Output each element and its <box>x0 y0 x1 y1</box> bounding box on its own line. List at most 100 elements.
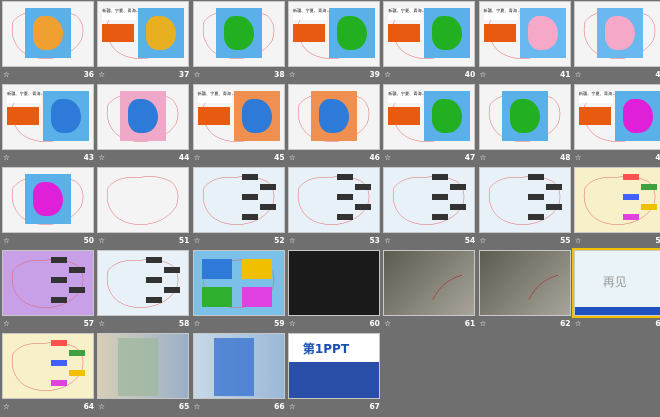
slide-transition-icon[interactable]: ☆ <box>289 153 296 162</box>
slide-transition-icon[interactable]: ☆ <box>384 319 391 328</box>
slide-thumbnail-59[interactable]: ☆ 59 <box>192 250 287 334</box>
slide-transition-icon[interactable]: ☆ <box>3 319 10 328</box>
slide-thumbnail-62[interactable]: ☆ 62 <box>478 250 573 334</box>
slide-preview[interactable] <box>478 167 571 233</box>
slide-preview[interactable] <box>192 167 285 233</box>
slide-transition-icon[interactable]: ☆ <box>98 236 105 245</box>
slide-preview[interactable] <box>383 167 476 233</box>
slide-thumbnail-65[interactable]: ☆ 65 <box>96 333 191 417</box>
slide-thumbnail-48[interactable]: ☆ 48 <box>478 84 573 168</box>
slide-thumbnail-45[interactable]: 新疆、宁夏、青海 ☆ 45 <box>192 84 287 168</box>
slide-thumbnail-39[interactable]: 新疆、宁夏、青海 ☆ 39 <box>287 1 382 85</box>
slide-preview[interactable] <box>97 167 190 233</box>
slide-preview[interactable] <box>97 84 190 150</box>
slide-transition-icon[interactable]: ☆ <box>3 236 10 245</box>
slide-transition-icon[interactable]: ☆ <box>194 236 201 245</box>
slide-preview[interactable] <box>287 250 380 316</box>
slide-thumbnail-50[interactable]: ☆ 50 <box>1 167 96 251</box>
slide-number: 51 <box>178 236 190 245</box>
slide-preview[interactable] <box>2 1 94 67</box>
slide-transition-icon[interactable]: ☆ <box>98 70 105 79</box>
slide-transition-icon[interactable]: ☆ <box>194 70 201 79</box>
slide-transition-icon[interactable]: ☆ <box>194 153 201 162</box>
slide-thumbnail-43[interactable]: 新疆、宁夏、青海 ☆ 43 <box>1 84 96 168</box>
slide-transition-icon[interactable]: ☆ <box>289 402 296 411</box>
slide-thumbnail-36[interactable]: ☆ 36 <box>1 1 96 85</box>
slide-thumbnail-51[interactable]: ☆ 51 <box>96 167 191 251</box>
slide-transition-icon[interactable]: ☆ <box>3 70 10 79</box>
slide-preview[interactable]: 新疆、宁夏、青海 <box>383 1 476 67</box>
slide-thumbnail-54[interactable]: ☆ 54 <box>382 167 477 251</box>
slide-thumbnail-47[interactable]: 新疆、宁夏、青海 ☆ 47 <box>382 84 477 168</box>
slide-transition-icon[interactable]: ☆ <box>480 70 487 79</box>
slide-preview[interactable] <box>97 333 190 399</box>
slide-preview[interactable]: 第1PPT <box>287 333 380 399</box>
slide-preview[interactable] <box>573 1 660 67</box>
slide-thumbnail-46[interactable]: ☆ 46 <box>287 84 382 168</box>
slide-transition-icon[interactable]: ☆ <box>384 153 391 162</box>
slide-preview[interactable] <box>192 1 285 67</box>
slide-thumbnail-60[interactable]: ☆ 60 <box>287 250 382 334</box>
slide-transition-icon[interactable]: ☆ <box>480 319 487 328</box>
slide-transition-icon[interactable]: ☆ <box>575 153 582 162</box>
slide-preview[interactable] <box>192 250 285 316</box>
slide-preview[interactable] <box>97 250 190 316</box>
slide-preview[interactable] <box>287 84 380 150</box>
slide-number: 40 <box>464 70 476 79</box>
slide-thumbnail-40[interactable]: 新疆、宁夏、青海 ☆ 40 <box>382 1 477 85</box>
slide-preview[interactable] <box>287 167 380 233</box>
slide-transition-icon[interactable]: ☆ <box>194 402 201 411</box>
slide-transition-icon[interactable]: ☆ <box>480 236 487 245</box>
slide-thumbnail-42[interactable]: ☆ 42 <box>573 1 660 85</box>
slide-preview[interactable] <box>383 250 476 316</box>
slide-thumbnail-66[interactable]: ☆ 66 <box>192 333 287 417</box>
slide-preview[interactable] <box>2 250 94 316</box>
slide-thumbnail-61[interactable]: ☆ 61 <box>382 250 477 334</box>
caption-label: 新疆、宁夏、青海 <box>102 8 137 20</box>
slide-thumbnail-63[interactable]: 再见 ☆ 63 <box>571 248 660 334</box>
slide-preview[interactable]: 新疆、宁夏、青海 <box>287 1 380 67</box>
slide-thumbnail-49[interactable]: 新疆、宁夏、青海 ☆ 49 <box>573 84 660 168</box>
slide-transition-icon[interactable]: ☆ <box>289 70 296 79</box>
slide-thumbnail-53[interactable]: ☆ 53 <box>287 167 382 251</box>
slide-preview[interactable]: 新疆、宁夏、青海 <box>478 1 571 67</box>
slide-preview[interactable] <box>2 333 94 399</box>
slide-transition-icon[interactable]: ☆ <box>575 70 582 79</box>
slide-thumbnail-44[interactable]: ☆ 44 <box>96 84 191 168</box>
slide-transition-icon[interactable]: ☆ <box>3 153 10 162</box>
slide-transition-icon[interactable]: ☆ <box>480 153 487 162</box>
slide-transition-icon[interactable]: ☆ <box>3 402 10 411</box>
slide-transition-icon[interactable]: ☆ <box>98 319 105 328</box>
slide-transition-icon[interactable]: ☆ <box>289 319 296 328</box>
slide-thumbnail-64[interactable]: ☆ 64 <box>1 333 96 417</box>
slide-transition-icon[interactable]: ☆ <box>98 153 105 162</box>
slide-preview[interactable]: 再见 <box>571 248 660 318</box>
slide-thumbnail-57[interactable]: ☆ 57 <box>1 250 96 334</box>
slide-transition-icon[interactable]: ☆ <box>384 236 391 245</box>
slide-thumbnail-41[interactable]: 新疆、宁夏、青海 ☆ 41 <box>478 1 573 85</box>
province-shape <box>604 16 635 50</box>
slide-preview[interactable] <box>2 167 94 233</box>
slide-preview[interactable] <box>478 250 571 316</box>
slide-preview[interactable]: 新疆、宁夏、青海 <box>97 1 190 67</box>
slide-preview[interactable] <box>573 167 660 233</box>
slide-preview[interactable]: 新疆、宁夏、青海 <box>192 84 285 150</box>
slide-transition-icon[interactable]: ☆ <box>194 319 201 328</box>
slide-transition-icon[interactable]: ☆ <box>98 402 105 411</box>
slide-thumbnail-58[interactable]: ☆ 58 <box>96 250 191 334</box>
slide-preview[interactable] <box>478 84 571 150</box>
slide-thumbnail-67[interactable]: 第1PPT ☆ 67 <box>287 333 382 417</box>
slide-thumbnail-55[interactable]: ☆ 55 <box>478 167 573 251</box>
slide-thumbnail-56[interactable]: ☆ 56 <box>573 167 660 251</box>
slide-thumbnail-38[interactable]: ☆ 38 <box>192 1 287 85</box>
slide-transition-icon[interactable]: ☆ <box>575 319 582 328</box>
slide-transition-icon[interactable]: ☆ <box>384 70 391 79</box>
slide-preview[interactable]: 新疆、宁夏、青海 <box>573 84 660 150</box>
slide-thumbnail-37[interactable]: 新疆、宁夏、青海 ☆ 37 <box>96 1 191 85</box>
slide-preview[interactable]: 新疆、宁夏、青海 <box>383 84 476 150</box>
slide-preview[interactable]: 新疆、宁夏、青海 <box>2 84 94 150</box>
slide-preview[interactable] <box>192 333 285 399</box>
slide-thumbnail-52[interactable]: ☆ 52 <box>192 167 287 251</box>
slide-transition-icon[interactable]: ☆ <box>289 236 296 245</box>
slide-transition-icon[interactable]: ☆ <box>575 236 582 245</box>
